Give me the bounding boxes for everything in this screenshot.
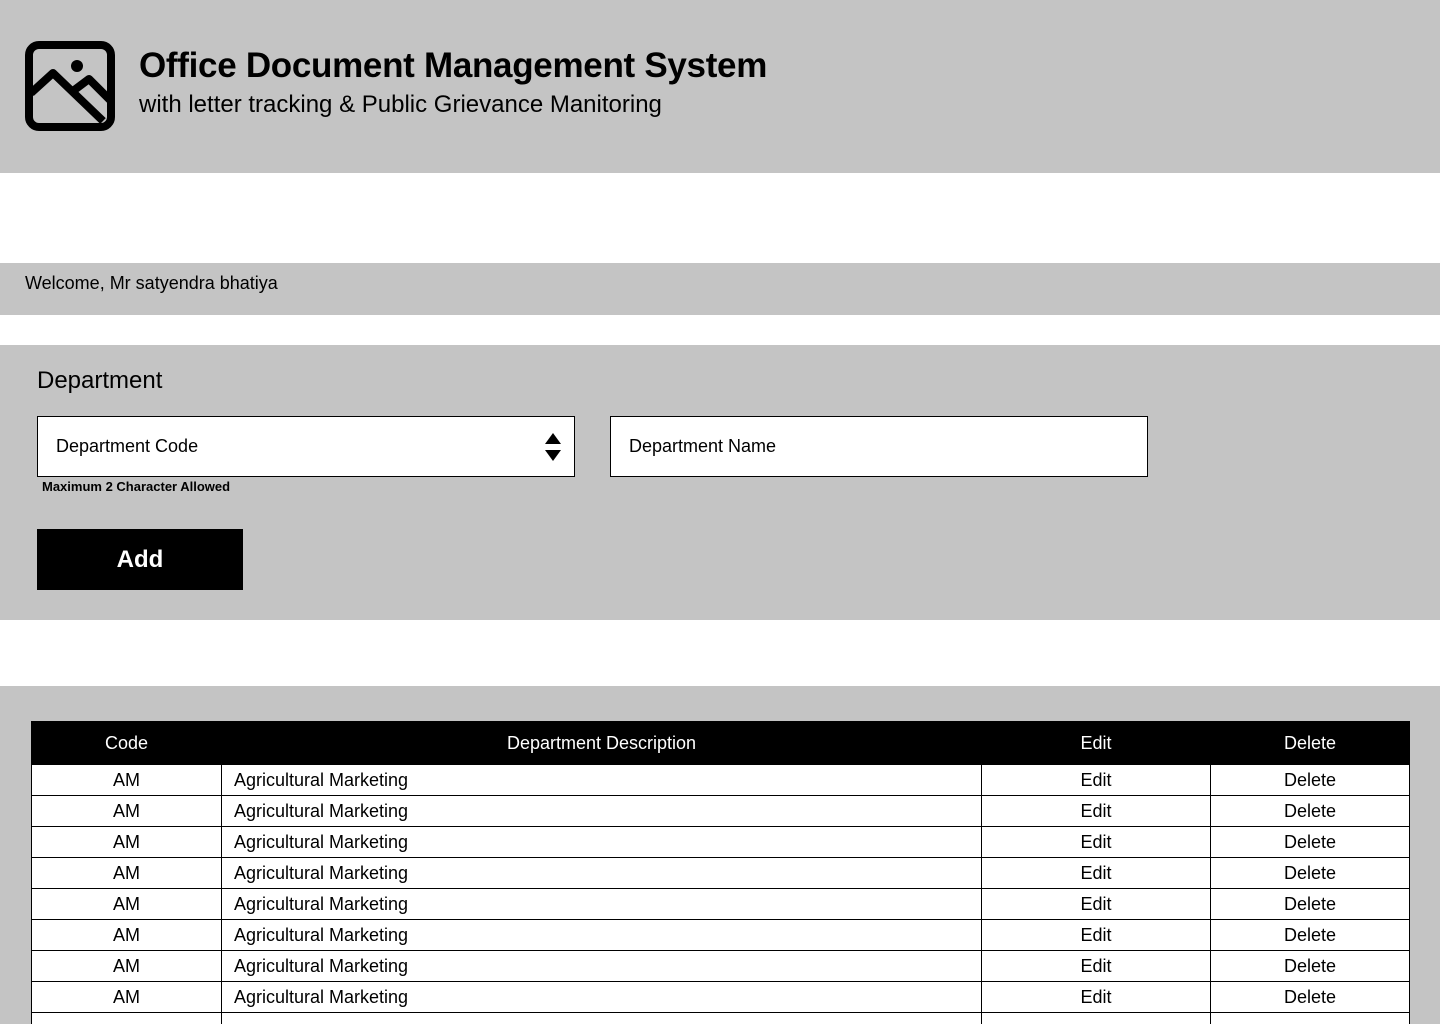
- cell-description: Agricultural Marketing: [221, 981, 982, 1013]
- department-name-placeholder: Department Name: [629, 436, 777, 456]
- welcome-message: Welcome, Mr satyendra bhatiya: [25, 273, 278, 293]
- department-table: Code Department Description Edit Delete …: [31, 721, 1410, 1024]
- cell-code: AM: [31, 888, 222, 920]
- column-header-description: Department Description: [221, 721, 982, 765]
- table-row: AM Agricultural Marketing Edit Delete: [31, 888, 1410, 920]
- edit-link[interactable]: Edit: [981, 857, 1211, 889]
- cell-description: [221, 1012, 982, 1024]
- table-row: AM Agricultural Marketing Edit Delete: [31, 981, 1410, 1013]
- cell-code: AM: [31, 981, 222, 1013]
- table-row: AM Agricultural Marketing Edit Delete: [31, 950, 1410, 982]
- department-code-placeholder: Department Code: [56, 436, 199, 456]
- image-placeholder-icon: [25, 41, 115, 131]
- code-hint: Maximum 2 Character Allowed: [42, 479, 231, 494]
- column-header-delete: Delete: [1210, 721, 1410, 765]
- edit-link[interactable]: Edit: [981, 888, 1211, 920]
- delete-link[interactable]: Delete: [1210, 981, 1410, 1013]
- edit-link[interactable]: Edit: [981, 981, 1211, 1013]
- delete-link[interactable]: Delete: [1210, 950, 1410, 982]
- stepper-arrows-icon[interactable]: [544, 432, 562, 462]
- table-row: AM Agricultural Marketing Edit Delete: [31, 764, 1410, 796]
- cell-code: AM: [31, 764, 222, 796]
- column-header-edit: Edit: [981, 721, 1211, 765]
- add-button[interactable]: Add: [37, 529, 243, 590]
- cell-code: AM: [31, 795, 222, 827]
- delete-link[interactable]: Delete: [1210, 919, 1410, 951]
- edit-link[interactable]: Edit: [981, 950, 1211, 982]
- app-title: Office Document Management System: [139, 46, 768, 85]
- delete-link[interactable]: Delete: [1210, 888, 1410, 920]
- department-code-select[interactable]: Department Code: [37, 416, 575, 477]
- table-row: [31, 1012, 1410, 1024]
- cell-description: Agricultural Marketing: [221, 764, 982, 796]
- edit-link[interactable]: Edit: [981, 826, 1211, 858]
- delete-link[interactable]: Delete: [1210, 795, 1410, 827]
- table-row: AM Agricultural Marketing Edit Delete: [31, 857, 1410, 889]
- cell-code: AM: [31, 919, 222, 951]
- cell-code: AM: [31, 857, 222, 889]
- app-subtitle: with letter tracking & Public Grievance …: [139, 91, 662, 118]
- cell-description: Agricultural Marketing: [221, 888, 982, 920]
- app-header: [0, 0, 1440, 173]
- cell-description: Agricultural Marketing: [221, 919, 982, 951]
- table-header-row: Code Department Description Edit Delete: [31, 721, 1410, 765]
- delete-link[interactable]: Delete: [1210, 857, 1410, 889]
- cell-description: Agricultural Marketing: [221, 857, 982, 889]
- edit-link[interactable]: Edit: [981, 764, 1211, 796]
- table-row: AM Agricultural Marketing Edit Delete: [31, 795, 1410, 827]
- edit-link[interactable]: Edit: [981, 795, 1211, 827]
- delete-link[interactable]: [1210, 1012, 1410, 1024]
- column-header-code: Code: [31, 721, 222, 765]
- edit-link[interactable]: [981, 1012, 1211, 1024]
- edit-link[interactable]: Edit: [981, 919, 1211, 951]
- department-name-input[interactable]: Department Name: [610, 416, 1148, 477]
- cell-code: AM: [31, 950, 222, 982]
- table-row: AM Agricultural Marketing Edit Delete: [31, 919, 1410, 951]
- delete-link[interactable]: Delete: [1210, 826, 1410, 858]
- cell-description: Agricultural Marketing: [221, 826, 982, 858]
- cell-description: Agricultural Marketing: [221, 950, 982, 982]
- table-row: AM Agricultural Marketing Edit Delete: [31, 826, 1410, 858]
- delete-link[interactable]: Delete: [1210, 764, 1410, 796]
- cell-code: [31, 1012, 222, 1024]
- cell-description: Agricultural Marketing: [221, 795, 982, 827]
- section-title: Department: [37, 367, 163, 394]
- cell-code: AM: [31, 826, 222, 858]
